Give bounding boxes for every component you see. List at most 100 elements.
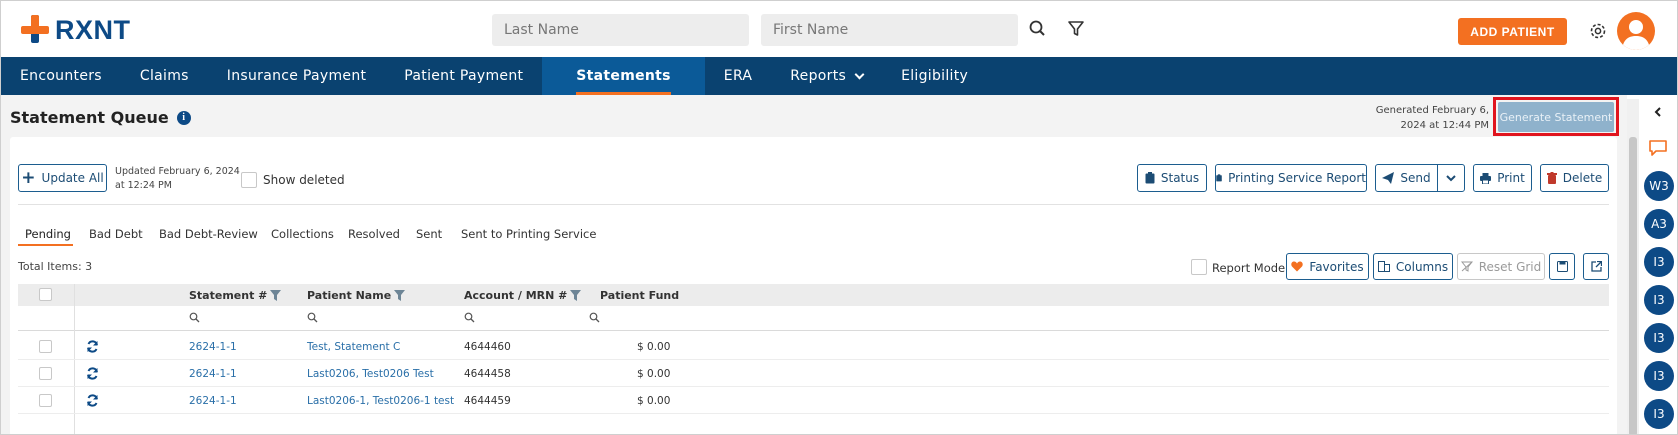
funnel-icon[interactable]: [394, 290, 406, 301]
send-dropdown-button[interactable]: [1437, 164, 1465, 192]
search-icon[interactable]: [307, 312, 318, 323]
refresh-icon[interactable]: [86, 367, 99, 380]
column-header-patient-fund[interactable]: Patient Fund: [600, 289, 679, 302]
funnel-icon[interactable]: [570, 290, 582, 301]
rxnt-logo[interactable]: RXNT: [21, 15, 131, 45]
generated-note: Generated February 6, 2024 at 12:44 PM: [1361, 103, 1489, 133]
row-checkbox[interactable]: [39, 394, 52, 407]
favorites-button[interactable]: Favorites: [1286, 253, 1369, 280]
total-items: Total Items: 3: [18, 260, 93, 273]
column-header-statement[interactable]: Statement #: [189, 289, 282, 302]
chevron-down-icon: [1446, 175, 1456, 182]
nav-patient-payment[interactable]: Patient Payment: [385, 57, 542, 95]
statement-number-link[interactable]: 2624-1-1: [189, 395, 237, 407]
rail-badge[interactable]: I3: [1644, 361, 1674, 391]
user-avatar[interactable]: [1617, 12, 1655, 50]
nav-encounters[interactable]: Encounters: [1, 57, 121, 95]
table-row[interactable]: 2624-1-1 Last0206, Test0206 Test 4644458…: [18, 360, 1609, 387]
update-all-label: Update All: [41, 171, 104, 185]
nav-statements[interactable]: Statements: [542, 57, 705, 95]
tab-collections[interactable]: Collections: [271, 227, 334, 241]
rail-badge[interactable]: I3: [1644, 247, 1674, 277]
column-header-patient-name[interactable]: Patient Name: [307, 289, 406, 302]
table-row[interactable]: 2624-1-1 Last0206-1, Test0206-1 test 464…: [18, 387, 1609, 414]
printing-service-report-label: Printing Service Report: [1228, 171, 1366, 185]
paper-plane-icon: [1382, 172, 1395, 184]
tab-sent-to-printing-service[interactable]: Sent to Printing Service: [461, 227, 596, 241]
account-number: 4644458: [464, 368, 511, 380]
logo-text: RXNT: [55, 14, 131, 45]
patient-fund: $ 0.00: [637, 368, 671, 380]
add-patient-button[interactable]: ADD PATIENT: [1458, 18, 1567, 45]
info-icon[interactable]: i: [176, 110, 191, 125]
chevron-down-icon: [854, 69, 865, 79]
column-header-account[interactable]: Account / MRN #: [464, 289, 582, 302]
printing-service-report-button[interactable]: Printing Service Report: [1215, 164, 1367, 192]
patient-name-link[interactable]: Last0206-1, Test0206-1 test: [307, 395, 454, 407]
rail-badge[interactable]: I3: [1644, 323, 1674, 353]
tab-resolved[interactable]: Resolved: [348, 227, 400, 241]
funnel-icon[interactable]: [270, 290, 282, 301]
favorites-label: Favorites: [1309, 259, 1364, 274]
last-name-input[interactable]: [492, 14, 749, 46]
save-grid-button[interactable]: [1549, 253, 1575, 280]
app-frame: RXNT ADD PATIENT Encounters Claims Insur…: [0, 0, 1678, 435]
gear-icon[interactable]: [1587, 20, 1609, 42]
tab-pending[interactable]: Pending: [25, 227, 71, 241]
send-button[interactable]: Send: [1375, 164, 1438, 192]
search-icon[interactable]: [1027, 18, 1049, 40]
nav-reports[interactable]: Reports: [771, 57, 882, 95]
patient-name-link[interactable]: Test, Statement C: [307, 341, 400, 353]
account-number: 4644460: [464, 341, 511, 353]
row-checkbox[interactable]: [39, 367, 52, 380]
search-icon[interactable]: [464, 312, 475, 323]
rail-badge[interactable]: I3: [1644, 285, 1674, 315]
tab-sent[interactable]: Sent: [416, 227, 442, 241]
rail-badge[interactable]: I3: [1644, 399, 1674, 429]
filter-icon[interactable]: [1065, 18, 1087, 40]
print-button[interactable]: Print: [1473, 164, 1532, 192]
chat-icon[interactable]: [1648, 139, 1668, 157]
update-all-button[interactable]: + Update All: [18, 164, 107, 192]
nav-insurance-payment[interactable]: Insurance Payment: [208, 57, 386, 95]
patient-fund: $ 0.00: [637, 341, 671, 353]
export-button[interactable]: [1583, 253, 1609, 280]
user-icon: [1622, 20, 1650, 50]
search-icon[interactable]: [189, 312, 200, 323]
status-button[interactable]: Status: [1137, 164, 1207, 192]
updated-note-line2: at 12:24 PM: [115, 180, 172, 191]
refresh-icon[interactable]: [86, 340, 99, 353]
reset-grid-button[interactable]: Reset Grid: [1457, 253, 1545, 280]
rail-badge[interactable]: W3: [1644, 171, 1674, 201]
account-number: 4644459: [464, 395, 511, 407]
row-checkbox[interactable]: [39, 340, 52, 353]
clipboard-icon: [1216, 174, 1222, 182]
first-name-input[interactable]: [761, 14, 1018, 46]
search-icon[interactable]: [589, 312, 600, 323]
report-mode-checkbox[interactable]: [1191, 259, 1207, 275]
nav-reports-label: Reports: [790, 68, 847, 84]
delete-button[interactable]: Delete: [1540, 164, 1609, 192]
chevron-left-icon[interactable]: [1652, 106, 1664, 118]
report-mode-label: Report Mode: [1212, 261, 1286, 275]
show-deleted-checkbox[interactable]: [241, 172, 257, 188]
printer-icon: [1480, 172, 1492, 184]
grid-filter-row: [18, 306, 1609, 331]
statement-number-link[interactable]: 2624-1-1: [189, 341, 237, 353]
table-row[interactable]: 2624-1-1 Test, Statement C 4644460 $ 0.0…: [18, 333, 1609, 360]
statement-number-link[interactable]: 2624-1-1: [189, 368, 237, 380]
select-all-checkbox[interactable]: [39, 288, 52, 301]
nav-era[interactable]: ERA: [705, 57, 771, 95]
nav-eligibility[interactable]: Eligibility: [882, 57, 987, 95]
tab-bad-debt-review[interactable]: Bad Debt-Review: [159, 227, 258, 241]
refresh-icon[interactable]: [86, 394, 99, 407]
reset-grid-label: Reset Grid: [1478, 259, 1542, 274]
patient-name-link[interactable]: Last0206, Test0206 Test: [307, 368, 434, 380]
rail-badge[interactable]: A3: [1644, 209, 1674, 239]
scrollbar-thumb[interactable]: [1629, 137, 1637, 434]
active-tab-underline: [18, 244, 73, 246]
nav-claims[interactable]: Claims: [121, 57, 208, 95]
columns-button[interactable]: Columns: [1373, 253, 1453, 280]
column-header-statement-label: Statement #: [189, 289, 268, 302]
tab-bad-debt[interactable]: Bad Debt: [89, 227, 143, 241]
